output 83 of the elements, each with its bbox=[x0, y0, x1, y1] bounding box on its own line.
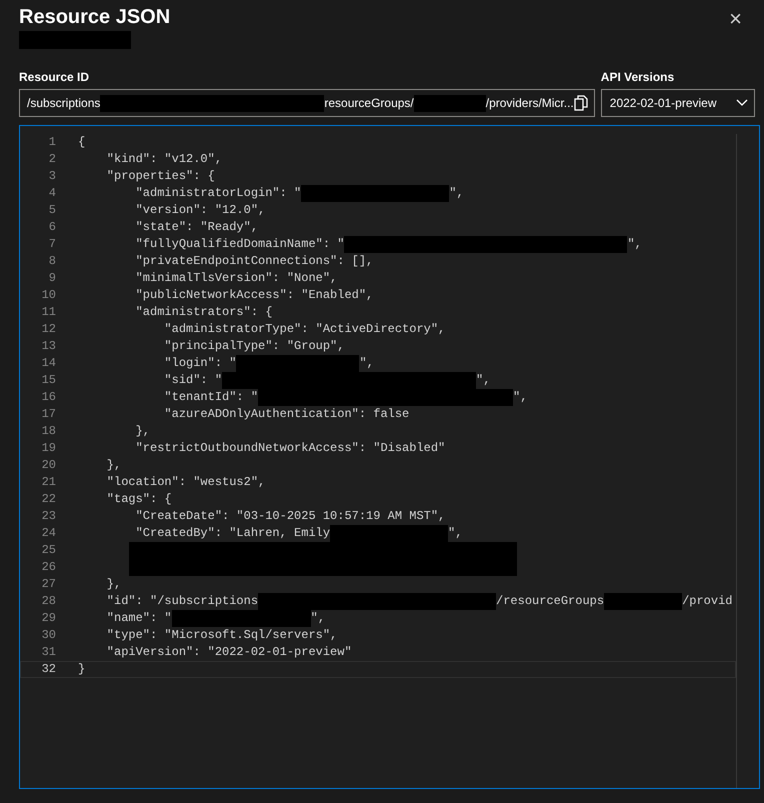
code-line: ", bbox=[359, 355, 374, 372]
code-line: "fullyQualifiedDomainName": " bbox=[134, 236, 344, 253]
code-line: /resourceGroups bbox=[496, 593, 604, 610]
line-number: 31 bbox=[40, 644, 56, 661]
code-line: "apiVersion": "2022-02-01-preview" bbox=[106, 644, 352, 661]
code-line: "sid": " bbox=[163, 372, 222, 389]
code-line: "type": "Microsoft.Sql/servers", bbox=[106, 627, 338, 644]
dialog-title: Resource JSON bbox=[19, 6, 170, 29]
line-number: 16 bbox=[40, 389, 56, 406]
code-line: "tags": { bbox=[106, 491, 172, 508]
line-number: 11 bbox=[40, 304, 56, 321]
line-number: 32 bbox=[40, 661, 56, 678]
line-number: 14 bbox=[40, 355, 56, 372]
chevron-down-icon bbox=[736, 99, 748, 107]
line-number: 13 bbox=[40, 338, 56, 355]
code-line: "kind": "v12.0", bbox=[106, 151, 222, 168]
api-versions-dropdown[interactable]: 2022-02-01-preview bbox=[600, 89, 755, 117]
field-value-text: resourceGroups/ bbox=[324, 96, 414, 110]
code-line: }, bbox=[134, 423, 150, 440]
line-number: 19 bbox=[40, 440, 56, 457]
code-line: "administratorLogin": " bbox=[134, 185, 302, 202]
code-line: "properties": { bbox=[106, 168, 215, 185]
close-button[interactable]: × bbox=[725, 8, 746, 30]
code-line: "location": "westus2", bbox=[106, 474, 266, 491]
copy-icon[interactable] bbox=[574, 95, 588, 111]
code-line: ", bbox=[310, 610, 326, 627]
line-number: 28 bbox=[40, 593, 56, 610]
line-number: 29 bbox=[40, 610, 56, 627]
line-number: 8 bbox=[48, 253, 56, 270]
code-line: ", bbox=[513, 389, 528, 406]
line-number: 23 bbox=[40, 508, 56, 525]
field-value-text: /providers/Micr... bbox=[486, 96, 574, 110]
line-number: 26 bbox=[40, 559, 56, 576]
code-line: "state": "Ready", bbox=[134, 219, 258, 236]
code-line: ", bbox=[476, 372, 490, 389]
code-line: "id": "/subscriptions bbox=[106, 593, 258, 610]
line-number: 12 bbox=[40, 321, 56, 338]
line-number: 2 bbox=[48, 151, 56, 168]
line-number: 6 bbox=[48, 219, 56, 236]
code-line: "administratorType": "ActiveDirectory", bbox=[163, 321, 446, 338]
code-line: "restrictOutboundNetworkAccess": "Disabled" bbox=[134, 440, 446, 457]
code-line: ", bbox=[449, 185, 464, 202]
code-line: /provid bbox=[682, 593, 732, 610]
code-line: "CreatedBy": "Lahren, Emily bbox=[134, 525, 330, 542]
code-line: "minimalTlsVersion": "None", bbox=[134, 270, 338, 287]
field-label: Resource ID bbox=[19, 70, 90, 84]
code-line: "publicNetworkAccess": "Enabled", bbox=[134, 287, 374, 304]
line-number: 9 bbox=[48, 270, 56, 287]
line-number: 30 bbox=[40, 627, 56, 644]
json-editor[interactable] bbox=[19, 125, 760, 789]
code-line: ", bbox=[627, 236, 642, 253]
code-line: "tenantId": " bbox=[163, 389, 258, 406]
line-number: 20 bbox=[40, 457, 56, 474]
line-number: 10 bbox=[40, 287, 56, 304]
line-number: 18 bbox=[40, 423, 56, 440]
code-line: "name": " bbox=[106, 610, 172, 627]
code-line: "privateEndpointConnections": [], bbox=[134, 253, 374, 270]
line-number: 27 bbox=[40, 576, 56, 593]
code-line: "CreateDate": "03-10-2025 10:57:19 AM MST", bbox=[134, 508, 446, 525]
line-number: 17 bbox=[40, 406, 56, 423]
code-line: } bbox=[78, 661, 86, 678]
line-number: 22 bbox=[40, 491, 56, 508]
line-number: 5 bbox=[48, 202, 56, 219]
code-line: "version": "12.0", bbox=[134, 202, 266, 219]
code-line: { bbox=[78, 134, 86, 151]
line-number: 4 bbox=[48, 185, 56, 202]
code-line: "administrators": { bbox=[134, 304, 272, 321]
line-number: 7 bbox=[48, 236, 56, 253]
resource-id-field[interactable]: /subscriptions resourceGroups/ /providers/Micr... bbox=[19, 89, 595, 117]
line-number: 1 bbox=[48, 134, 56, 151]
line-number: 25 bbox=[40, 542, 56, 559]
code-line: ", bbox=[448, 525, 462, 542]
code-line: }, bbox=[106, 576, 122, 593]
line-number: 15 bbox=[40, 372, 56, 389]
line-number: 3 bbox=[48, 168, 56, 185]
code-line: "login": " bbox=[163, 355, 236, 372]
line-number: 21 bbox=[40, 474, 56, 491]
code-line: }, bbox=[106, 457, 122, 474]
line-number: 24 bbox=[40, 525, 56, 542]
code-line: "principalType": "Group", bbox=[163, 338, 344, 355]
field-label: API Versions bbox=[600, 70, 676, 84]
code-line: "azureADOnlyAuthentication": false bbox=[163, 406, 410, 423]
field-value-text: /subscriptions bbox=[27, 96, 100, 110]
